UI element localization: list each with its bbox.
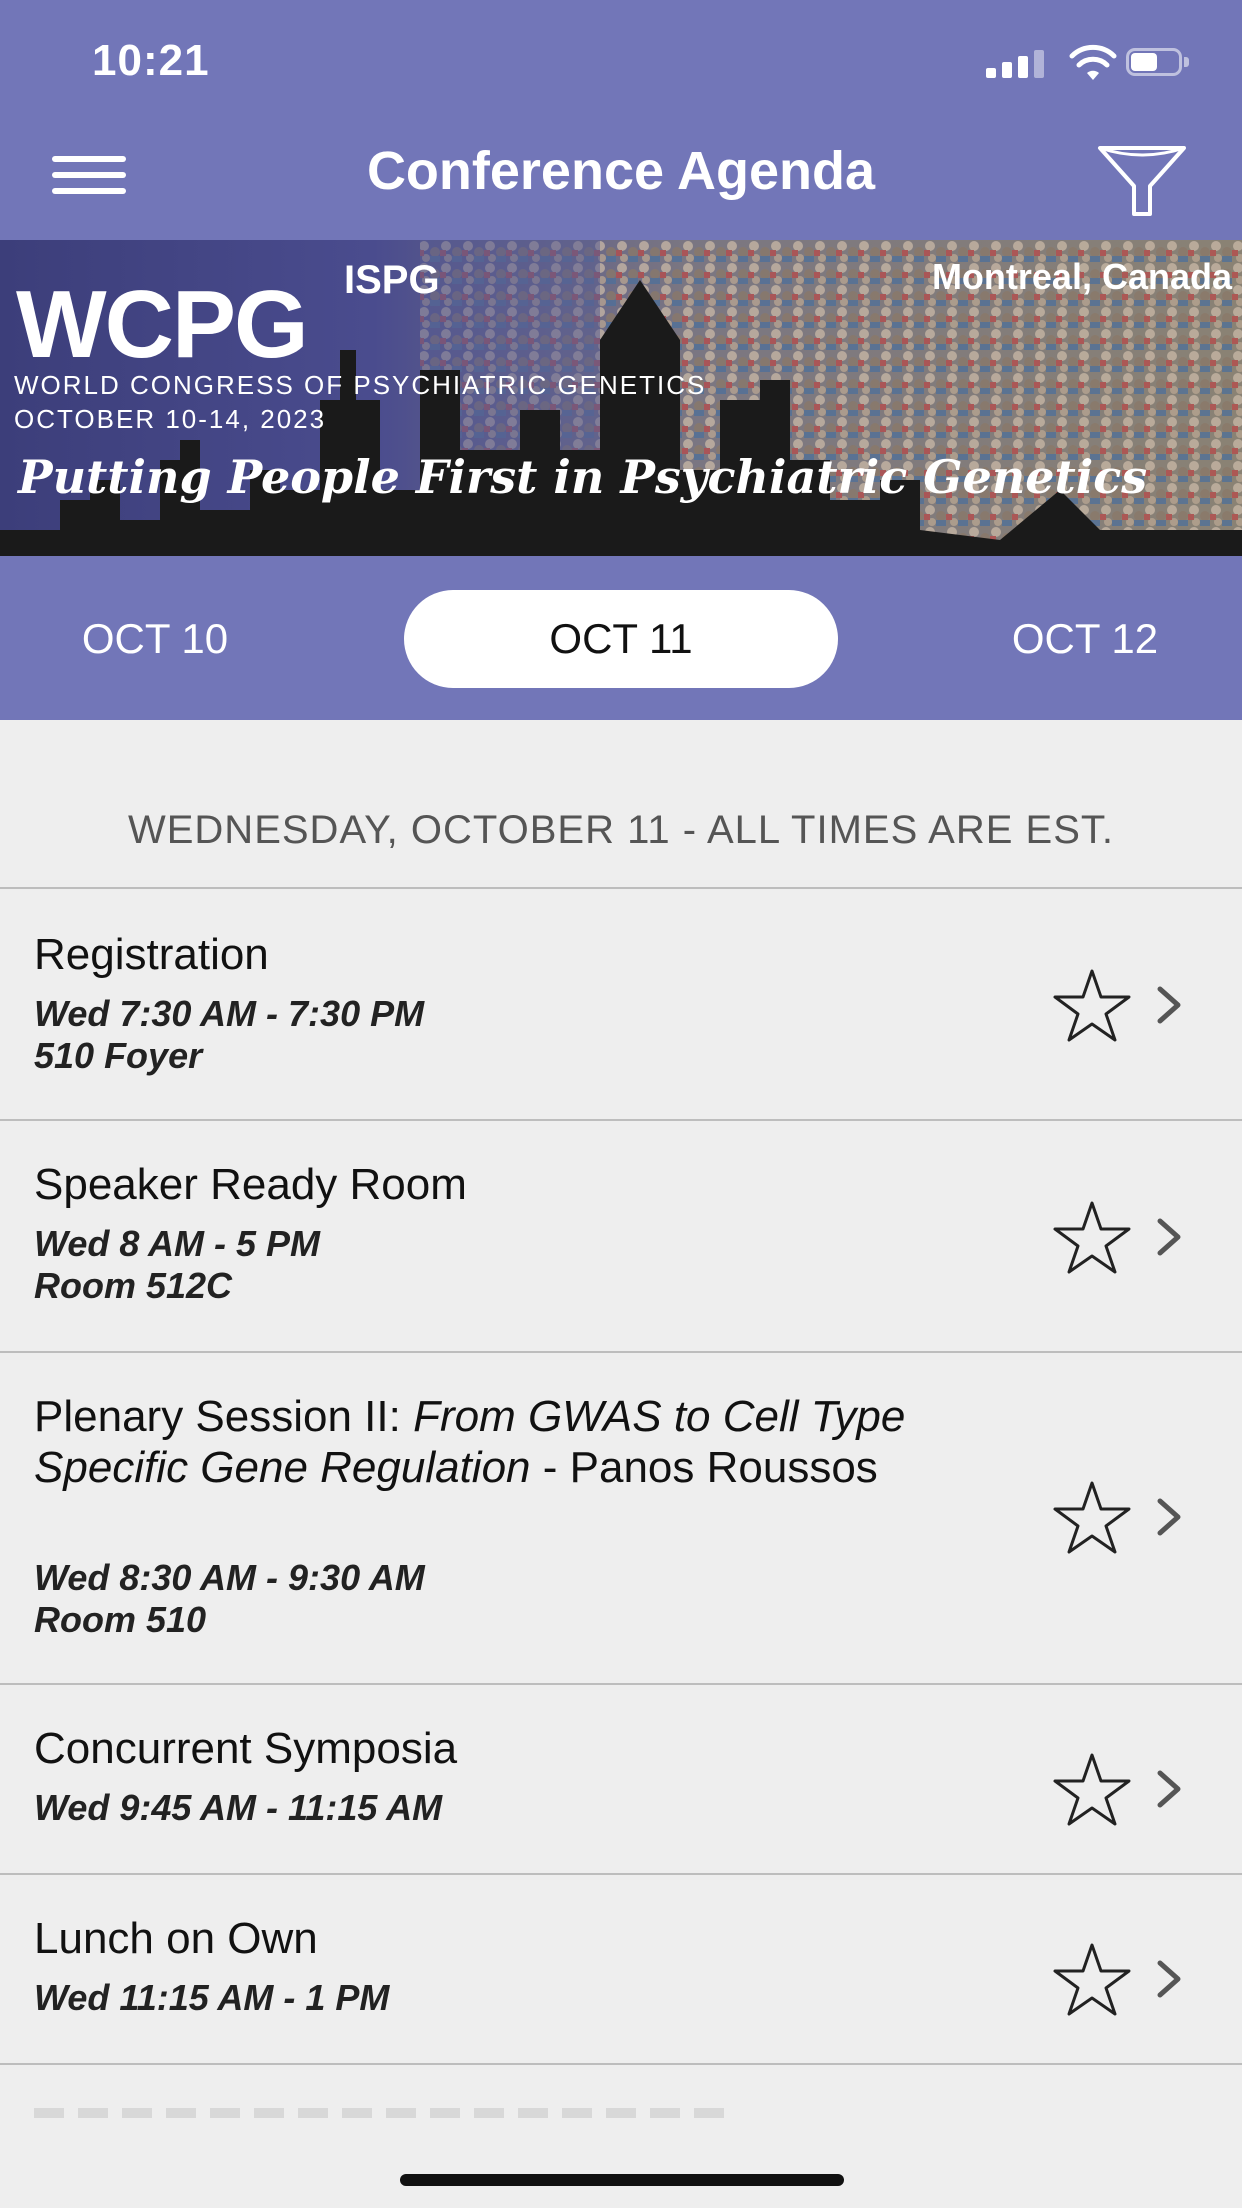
session-title-speaker: - Panos Roussos [530, 1443, 878, 1492]
banner-location: Montreal, Canada [931, 256, 1232, 297]
chevron-right-icon [1157, 1960, 1181, 1998]
battery-icon [1126, 48, 1190, 76]
session-time: Wed 8 AM - 5 PM [34, 1223, 321, 1264]
session-title: Plenary Session II: From GWAS to Cell Ty… [34, 1391, 1014, 1493]
favorite-star-icon[interactable] [1050, 965, 1134, 1045]
divider [0, 2063, 1242, 2065]
favorite-star-icon[interactable] [1050, 1477, 1134, 1557]
chevron-right-icon [1157, 1770, 1181, 1808]
banner-logo: WCPG [16, 271, 309, 378]
session-room: 510 Foyer [34, 1035, 203, 1076]
chevron-right-icon [1157, 1498, 1181, 1536]
status-time: 10:21 [92, 36, 210, 85]
date-tab-bar: OCT 10 OCT 11 OCT 12 [0, 556, 1242, 720]
favorite-star-icon[interactable] [1050, 1749, 1134, 1829]
session-time: Wed 11:15 AM - 1 PM [34, 1977, 390, 2018]
status-icons [956, 44, 1196, 84]
chevron-right-icon [1157, 1218, 1181, 1256]
wifi-icon [1069, 44, 1117, 80]
session-row[interactable]: Speaker Ready Room Wed 8 AM - 5 PM Room … [0, 1121, 1242, 1351]
filter-icon[interactable] [1094, 140, 1190, 220]
partner-logo: ISPG [344, 258, 440, 302]
session-row[interactable]: Concurrent Symposia Wed 9:45 AM - 11:15 … [0, 1685, 1242, 1873]
conference-banner: WCPG WORLD CONGRESS OF PSYCHIATRIC GENET… [0, 240, 1242, 556]
favorite-star-icon[interactable] [1050, 1939, 1134, 2019]
session-title-prefix: Plenary Session II: [34, 1392, 414, 1441]
session-room: Room 512C [34, 1265, 233, 1306]
tab-oct-12[interactable]: OCT 12 [970, 590, 1200, 688]
session-title: Registration [34, 930, 269, 979]
favorite-star-icon[interactable] [1050, 1197, 1134, 1277]
session-row[interactable]: Registration Wed 7:30 AM - 7:30 PM 510 F… [0, 889, 1242, 1119]
tab-oct-11[interactable]: OCT 11 [404, 590, 838, 688]
session-title: Lunch on Own [34, 1914, 318, 1963]
session-time: Wed 9:45 AM - 11:15 AM [34, 1787, 443, 1828]
session-title: Speaker Ready Room [34, 1160, 467, 1209]
banner-tagline: Putting People First in Psychiatric Gene… [18, 450, 1148, 504]
page-title: Conference Agenda [366, 141, 876, 201]
day-header: WEDNESDAY, OCTOBER 11 - ALL TIMES ARE ES… [127, 808, 1114, 852]
top-bar: 10:21 Conference Agenda [0, 0, 1242, 240]
chevron-right-icon [1157, 986, 1181, 1024]
banner-subtitle: WORLD CONGRESS OF PSYCHIATRIC GENETICS [14, 370, 707, 400]
session-room: Room 510 [34, 1599, 207, 1640]
session-row[interactable]: Plenary Session II: From GWAS to Cell Ty… [0, 1353, 1242, 1683]
next-section-header-partial [34, 2108, 734, 2118]
banner-dates: OCTOBER 10-14, 2023 [14, 404, 327, 434]
session-row[interactable]: Lunch on Own Wed 11:15 AM - 1 PM [0, 1875, 1242, 2063]
session-title: Concurrent Symposia [34, 1724, 458, 1773]
session-time: Wed 7:30 AM - 7:30 PM [34, 993, 425, 1034]
tab-oct-10[interactable]: OCT 10 [40, 590, 270, 688]
home-indicator[interactable] [400, 2174, 844, 2186]
cellular-signal-icon [986, 50, 1048, 78]
session-time: Wed 8:30 AM - 9:30 AM [34, 1557, 425, 1598]
